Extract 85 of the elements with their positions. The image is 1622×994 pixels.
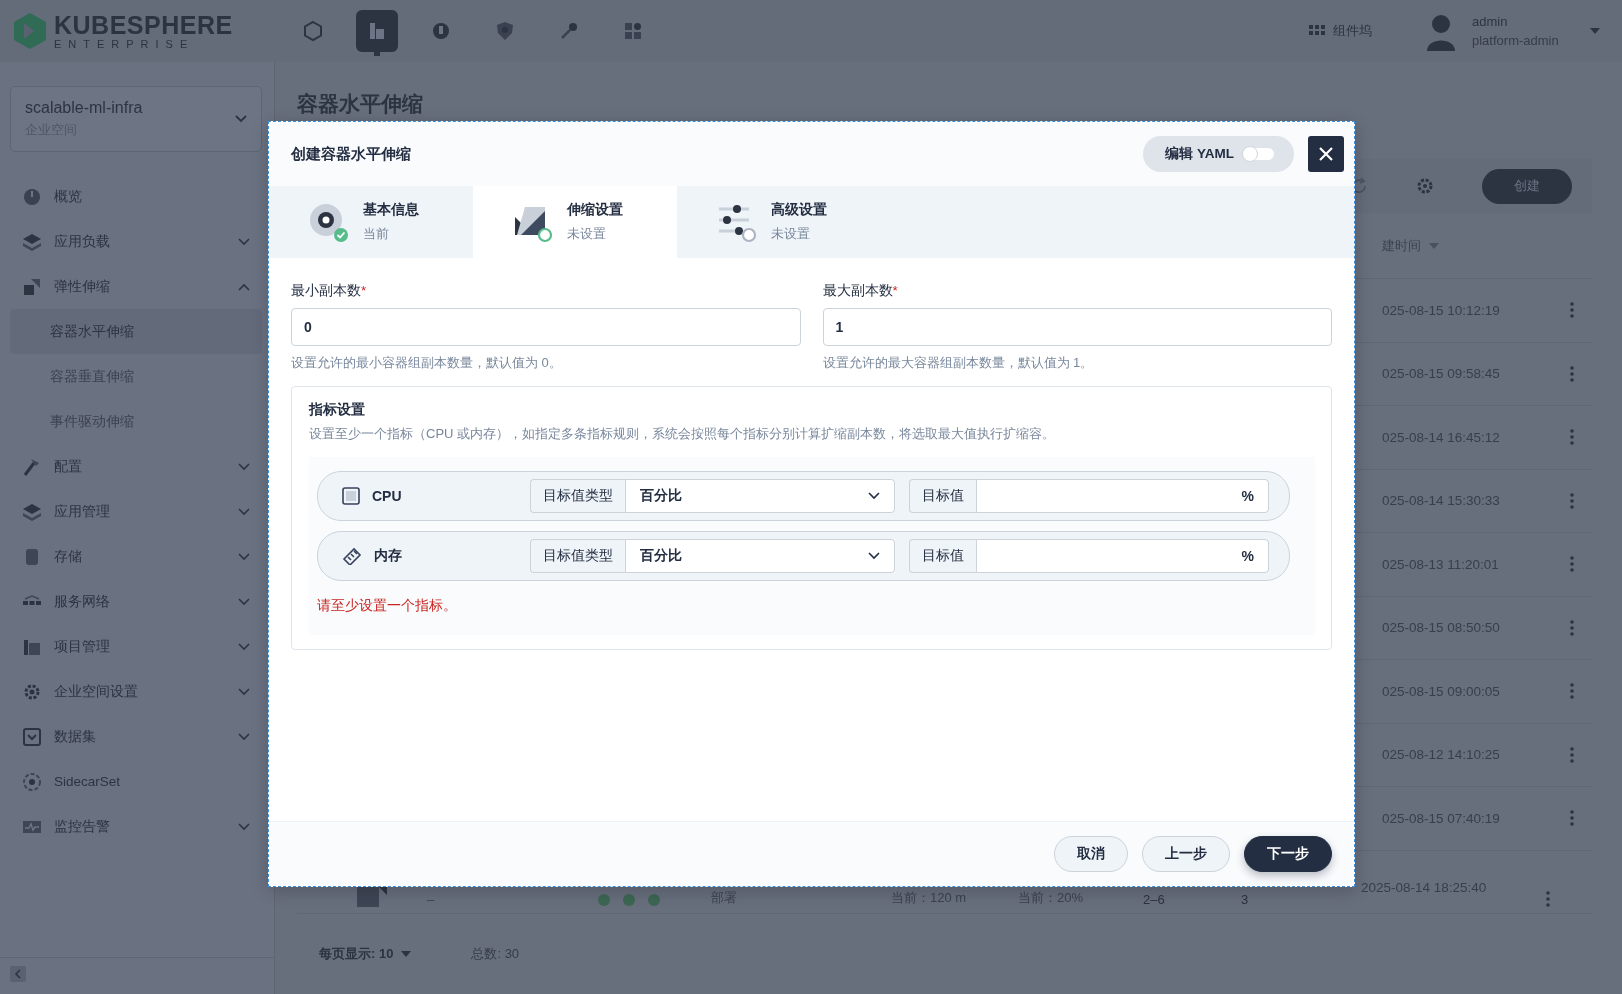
next-button[interactable]: 下一步	[1244, 836, 1332, 872]
edit-yaml-toggle[interactable]: 编辑 YAML	[1143, 136, 1294, 172]
field-label: 最大副本数*	[822, 282, 899, 300]
gauge-icon	[22, 186, 42, 207]
apps-icon	[622, 20, 644, 42]
error-message: 请至少设置一个指标。	[317, 597, 458, 615]
target-value-field[interactable]: %	[976, 539, 1269, 573]
field-label: 最小副本数*	[291, 282, 368, 300]
field-hint: 设置允许的最小容器组副本数量，默认值为 0。	[291, 354, 563, 372]
logo-icon	[12, 11, 48, 51]
field-label: 目标值类型	[530, 539, 625, 573]
sidebar-item[interactable]: 服务网络	[10, 579, 262, 624]
table-cell-text: 2–6	[1143, 892, 1166, 907]
close-button[interactable]	[1308, 136, 1344, 172]
more-icon[interactable]	[1570, 302, 1574, 319]
logo-edition: ENTERPRISE	[54, 38, 196, 50]
cube-icon	[302, 20, 324, 42]
scale-icon	[22, 276, 42, 297]
sidebar-item[interactable]: 存储	[10, 534, 262, 579]
status-dots-icon	[597, 893, 661, 907]
layers-icon	[22, 231, 42, 252]
metric-name: CPU	[372, 488, 402, 504]
sidebar-item[interactable]: SidecarSet	[10, 759, 262, 804]
step-tab[interactable]: 基本信息 当前	[269, 186, 473, 258]
field-label: 目标值类型	[530, 479, 625, 513]
settings-icon[interactable]	[1416, 177, 1434, 195]
field-label: 目标值	[909, 539, 976, 573]
step-tab[interactable]: 伸缩设置 未设置	[473, 186, 677, 258]
more-icon[interactable]	[1570, 746, 1574, 763]
target-type-select[interactable]: 百分比	[625, 479, 895, 513]
footer-button[interactable]: 上一步	[1142, 836, 1230, 872]
field-hint: 设置允许的最大容器组副本数量，默认值为 1。	[822, 354, 1095, 372]
field-label: 目标值	[909, 479, 976, 513]
dataset-icon	[22, 726, 42, 747]
table-cell-text: –	[427, 892, 436, 907]
target-type-select[interactable]: 百分比	[625, 539, 895, 573]
caret-icon	[401, 951, 412, 957]
sidecar-icon	[22, 771, 42, 792]
chevron-down-icon	[235, 115, 247, 123]
page-title: 容器水平伸缩	[297, 92, 423, 116]
more-icon[interactable]	[1570, 492, 1574, 509]
logo-name: KUBESPHERE	[54, 12, 233, 38]
dialog-title: 创建容器水平伸缩	[291, 144, 411, 164]
sidebar-item[interactable]: 项目管理	[10, 624, 262, 669]
more-icon[interactable]	[1570, 619, 1574, 636]
sidebar-item[interactable]: 数据集	[10, 714, 262, 759]
more-icon[interactable]	[1570, 810, 1574, 827]
step-tab[interactable]: 高级设置 未设置	[677, 186, 881, 258]
sidebar-item[interactable]: 应用管理	[10, 489, 262, 534]
caret-icon[interactable]	[1590, 28, 1600, 34]
sidebar-item[interactable]: 配置	[10, 444, 262, 489]
close-icon	[1318, 146, 1334, 162]
workload-icon	[357, 887, 387, 907]
more-icon[interactable]	[1546, 891, 1550, 907]
chevron-down-icon	[868, 552, 880, 560]
plug-icon	[430, 20, 452, 42]
sidebar-item[interactable]: 概览	[10, 174, 262, 219]
shield-icon	[494, 20, 516, 42]
more-icon[interactable]	[1570, 683, 1574, 700]
chip-icon	[342, 487, 360, 505]
section-title: 指标设置	[309, 401, 366, 419]
page-size-dropdown[interactable]: 每页显示: 10	[319, 945, 412, 963]
sidebar-item[interactable]: 企业空间设置	[10, 669, 262, 714]
create-button[interactable]: 创建	[1482, 168, 1572, 204]
more-icon[interactable]	[1570, 365, 1574, 382]
memory-icon	[342, 547, 362, 565]
user-name: admin	[1472, 14, 1509, 29]
section-description: 设置至少一个指标（CPU 或内存），如指定多条指标规则，系统会按照每个指标分别计算扩缩副本数，将选取最大值执行扩缩容。	[309, 425, 1057, 443]
more-icon[interactable]	[1570, 556, 1574, 573]
collapse-icon[interactable]	[10, 966, 26, 982]
chevron-down-icon	[868, 492, 880, 500]
target-value-field[interactable]: %	[976, 479, 1269, 513]
sidebar-item[interactable]: 应用负载	[10, 219, 262, 264]
input-field[interactable]: 1	[822, 308, 1332, 346]
metric-name: 内存	[374, 547, 402, 565]
table-cell-text: 3	[1241, 892, 1250, 907]
sidebar-item[interactable]: 弹性伸缩	[10, 264, 262, 309]
hammer-icon	[22, 456, 42, 477]
layers-icon	[22, 501, 42, 522]
more-icon[interactable]	[1570, 429, 1574, 446]
footer-button[interactable]: 取消	[1054, 836, 1128, 872]
grid-icon	[1309, 25, 1325, 37]
sort-icon[interactable]	[1429, 242, 1439, 249]
input-field[interactable]: 0	[291, 308, 801, 346]
sidebar-item[interactable]: 监控告警	[10, 804, 262, 849]
